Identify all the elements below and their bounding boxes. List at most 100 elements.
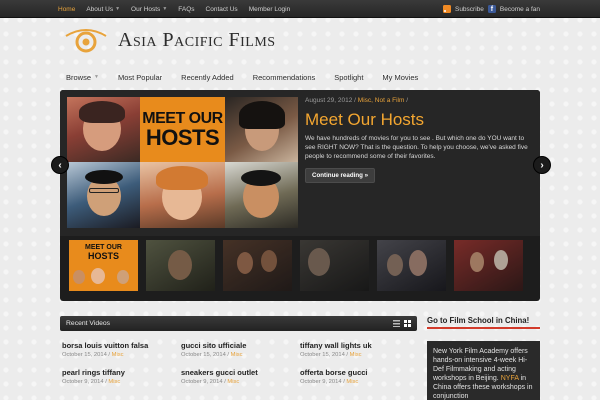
main-nav: Browse ▼ Most Popular Recently Added Reco… [60,68,540,86]
slider-thumbnails: MEET OUR HOSTS [60,240,540,297]
slider-thumbnail[interactable] [146,240,215,291]
video-title[interactable]: gucci sito ufficiale [181,341,300,350]
subscribe-link[interactable]: Subscribe [455,6,484,13]
top-nav-faqs-label: FAQs [178,5,195,13]
top-nav-home-label: Home [58,5,76,13]
nav-most-popular[interactable]: Most Popular [118,73,162,82]
slider-thumbnail[interactable] [454,240,523,291]
nav-my-movies[interactable]: My Movies [382,73,418,82]
slide-date: August 29, 2012 [305,97,353,104]
video-date: October 15, 2014 [300,352,345,358]
chevron-down-icon: ▼ [94,74,99,80]
meet-our-hosts-sign: MEET OUR HOSTS [140,97,225,162]
video-date: October 15, 2014 [181,352,226,358]
video-item: offerta borse gucci October 9, 2014 / Mi… [300,368,419,385]
nav-recently-added-label: Recently Added [181,72,234,82]
featured-slide: MEET OUR HOSTS August 29, 2012 / Misc, N… [60,90,540,236]
video-category[interactable]: Misc [231,352,243,358]
video-category[interactable]: Misc [112,352,124,358]
top-nav-contact-us-label: Contact Us [205,5,238,13]
nav-browse[interactable]: Browse ▼ [66,73,99,82]
nav-recently-added[interactable]: Recently Added [181,73,234,82]
host-photo [225,97,298,162]
film-school-widget: Go to Film School in China! New York Fil… [427,316,540,400]
video-meta: October 9, 2014 / Misc [181,379,240,385]
become-a-fan-link[interactable]: Become a fan [500,6,540,13]
video-title[interactable]: offerta borse gucci [300,368,419,377]
slider-thumbnail[interactable] [377,240,446,291]
eye-logo-icon [65,29,107,53]
slider-thumbnail[interactable] [223,240,292,291]
nav-most-popular-label: Most Popular [117,72,163,82]
widget-body: New York Film Academy offers hands-on in… [427,341,540,400]
widget-text: New York Film Academy offers hands-on in… [433,347,534,400]
list-view-icon[interactable] [393,320,400,327]
top-nav-member-login[interactable]: Member Login [249,6,291,13]
chevron-down-icon: ▼ [115,6,121,12]
recent-videos-heading: Recent Videos [66,320,111,327]
top-nav-our-hosts[interactable]: Our Hosts ▼ [131,6,167,13]
video-item: borsa louis vuitton falsa October 15, 20… [62,341,181,358]
video-meta: October 15, 2014 / Misc [181,352,243,358]
chevron-right-icon: › [540,160,544,171]
recent-videos-section: Recent Videos borsa louis vuitton falsa … [60,316,417,400]
collage-caption-line2: HOSTS [145,124,220,150]
grid-view-icon[interactable] [404,320,411,327]
top-bar: Home About Us ▼ Our Hosts ▼ FAQs Contact U… [0,0,600,18]
view-toggle [393,320,411,327]
video-title[interactable]: borsa louis vuitton falsa [62,341,181,350]
nav-browse-label: Browse [66,72,92,82]
widget-title: Go to Film School in China! [427,316,540,329]
top-nav-home[interactable]: Home [58,6,75,13]
video-category[interactable]: Misc [346,379,358,385]
video-item: pearl rings tiffany October 9, 2014 / Mi… [62,368,181,385]
nav-recommendations[interactable]: Recommendations [253,73,316,82]
thumb-caption-line2: HOSTS [87,251,119,261]
chevron-down-icon: ▼ [162,6,168,12]
continue-reading-button[interactable]: Continue reading » [305,168,376,183]
video-meta: October 15, 2014 / Misc [62,352,124,358]
video-date: October 9, 2014 [300,379,342,385]
recent-videos-header: Recent Videos [60,316,417,331]
slider-thumbnail[interactable]: MEET OUR HOSTS [69,240,138,291]
video-category[interactable]: Misc [108,379,120,385]
video-title[interactable]: pearl rings tiffany [62,368,181,377]
video-category[interactable]: Misc [350,352,362,358]
video-meta: October 9, 2014 / Misc [62,379,121,385]
slider-thumbnail[interactable] [300,240,369,291]
video-item: gucci sito ufficiale October 15, 2014 / … [181,341,300,358]
video-item: sneakers gucci outlet October 9, 2014 / … [181,368,300,385]
nav-spotlight[interactable]: Spotlight [334,73,363,82]
video-meta: October 15, 2014 / Misc [300,352,362,358]
social-links: Subscribe f Become a fan [442,0,540,18]
recent-videos-list: borsa louis vuitton falsa October 15, 20… [60,331,417,385]
site-logo[interactable]: Asia Pacific Films [64,27,276,53]
rss-icon[interactable] [442,5,451,13]
video-date: October 15, 2014 [62,352,107,358]
slider-next-button[interactable]: › [533,156,551,174]
slider-prev-button[interactable]: ‹ [51,156,69,174]
top-nav-about-us-label: About Us [86,5,114,13]
nyfa-link[interactable]: NYFA [501,375,519,382]
host-photo [67,162,140,228]
facebook-icon[interactable]: f [487,5,496,13]
video-title[interactable]: tiffany wall lights uk [300,341,419,350]
meta-separator: / [354,97,356,104]
site-name: Asia Pacific Films [118,28,276,51]
featured-slider: MEET OUR HOSTS August 29, 2012 / Misc, N… [60,90,540,301]
slide-categories[interactable]: Misc, Not a Film [358,97,405,104]
hosts-collage-image[interactable]: MEET OUR HOSTS [67,97,298,228]
top-nav-member-login-label: Member Login [248,5,291,13]
top-nav-contact-us[interactable]: Contact Us [206,6,238,13]
slide-meta: August 29, 2012 / Misc, Not a Film / [305,97,408,104]
top-nav-about-us[interactable]: About Us ▼ [86,6,120,13]
nav-recommendations-label: Recommendations [252,72,316,82]
meta-separator: / [406,97,409,104]
video-category[interactable]: Misc [227,379,239,385]
top-nav-faqs[interactable]: FAQs [178,6,194,13]
video-date: October 9, 2014 [62,379,104,385]
slide-title[interactable]: Meet Our Hosts [305,110,424,130]
video-date: October 9, 2014 [181,379,223,385]
host-photo [67,97,140,162]
video-title[interactable]: sneakers gucci outlet [181,368,300,377]
